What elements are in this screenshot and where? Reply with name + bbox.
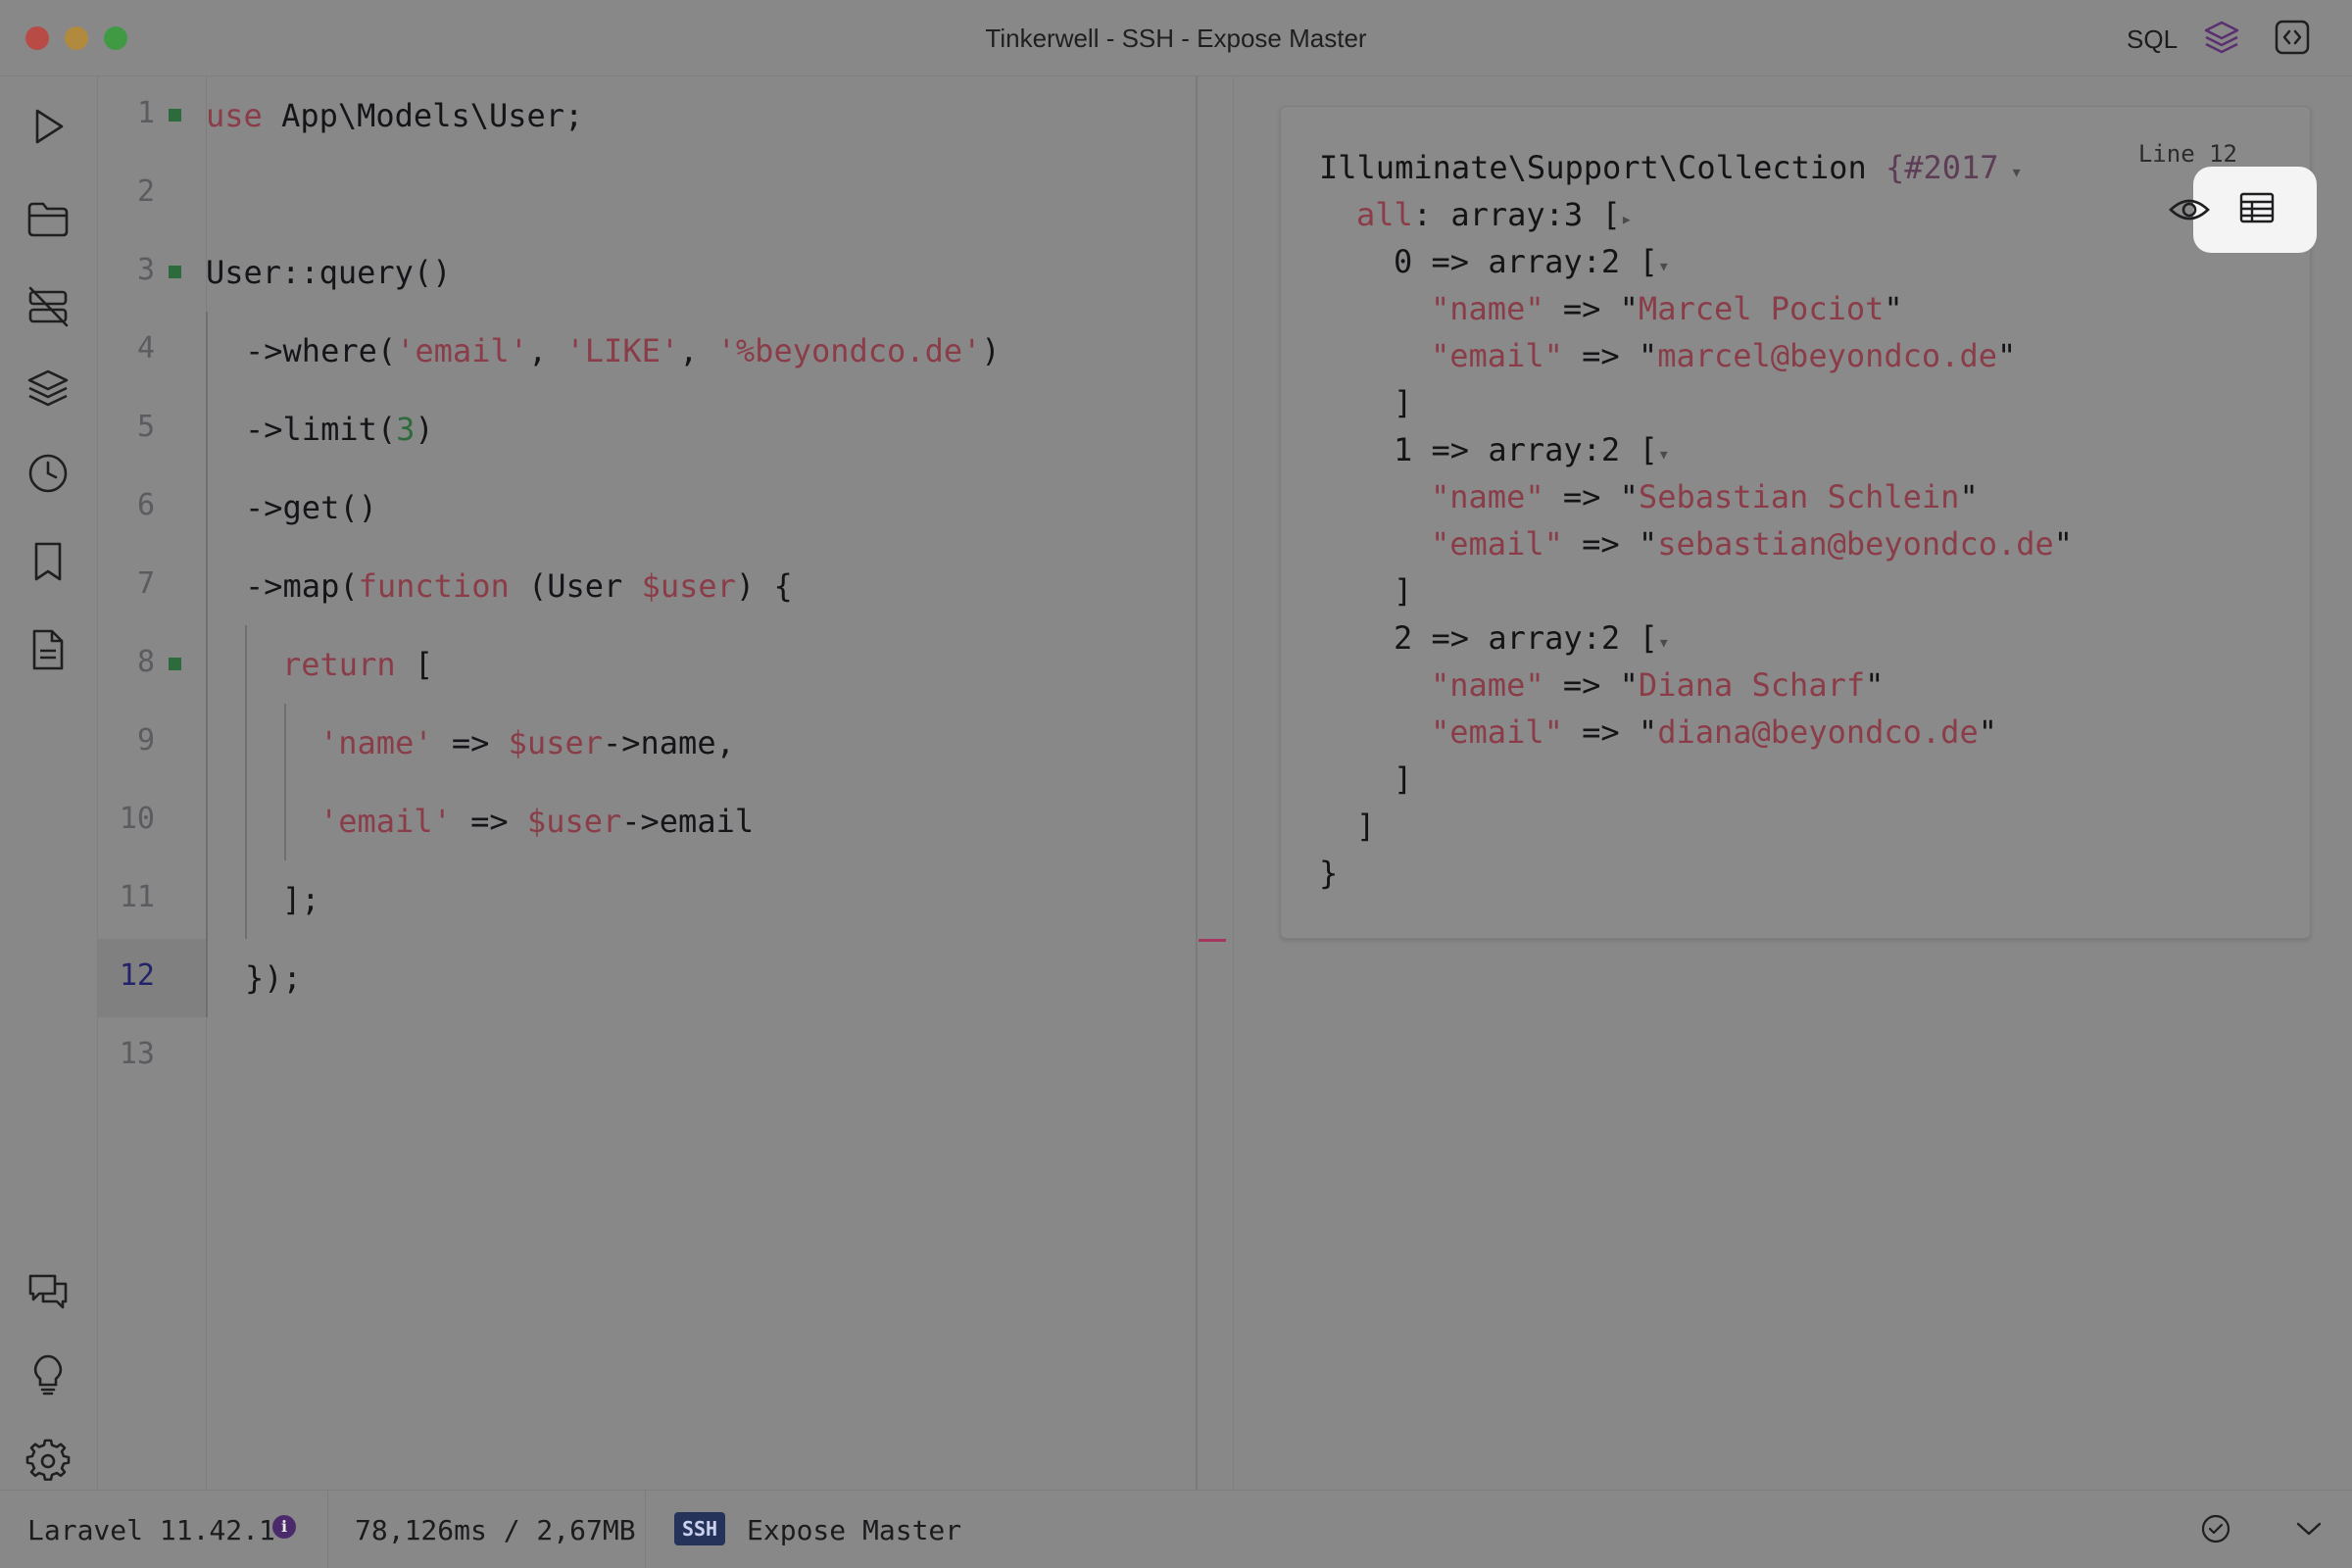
code-line: return [	[282, 646, 434, 683]
line-number: 13	[119, 1037, 155, 1071]
open-file-button[interactable]	[25, 196, 71, 241]
line-number: 10	[119, 802, 155, 836]
breakpoint-marker[interactable]	[169, 109, 181, 122]
feedback-button[interactable]	[25, 1268, 71, 1313]
line-number: 1	[98, 76, 206, 155]
chevron-down-icon[interactable]	[2293, 1517, 2325, 1541]
code-line: 'name' => $user->name,	[319, 724, 735, 761]
collapse-caret-icon[interactable]: ▾	[1658, 442, 1670, 466]
status-divider	[645, 1491, 646, 1568]
dump-item-email: "email" => "sebastian@beyondco.de"	[1431, 525, 2074, 563]
info-icon[interactable]: i	[272, 1515, 296, 1539]
output-position-marker	[1199, 939, 1226, 942]
code-line: ->where('email', 'LIKE', '%beyondco.de')	[245, 332, 1001, 369]
layers-icon[interactable]	[2202, 18, 2241, 57]
status-divider	[327, 1491, 328, 1568]
sidebar	[0, 76, 98, 1490]
connection-name[interactable]: Expose Master	[747, 1514, 961, 1546]
tips-button[interactable]	[25, 1352, 71, 1397]
line-number: 3	[98, 233, 206, 312]
document-button[interactable]	[25, 627, 71, 672]
dump-item-name: "name" => "Diana Scharf"	[1431, 666, 1885, 704]
document-icon	[32, 629, 64, 670]
execution-metrics: 78,126ms / 2,67MB	[355, 1514, 636, 1546]
dump-close-bracket: ]	[1394, 384, 1413, 421]
folder-icon	[27, 202, 69, 237]
breakpoint-marker[interactable]	[169, 658, 181, 670]
code-line: ->limit(3)	[245, 411, 434, 448]
code-line: ->get()	[245, 489, 377, 526]
code-panel-icon[interactable]	[2274, 19, 2311, 56]
chat-icon	[28, 1274, 68, 1309]
table-view-icon[interactable]	[2239, 192, 2275, 223]
window-title: Tinkerwell - SSH - Expose Master	[985, 24, 1367, 53]
dump-close-bracket: ]	[1394, 760, 1413, 798]
bookmarks-button[interactable]	[25, 539, 71, 584]
line-number: 9	[136, 723, 155, 758]
dump-close-bracket: ]	[1394, 572, 1413, 610]
sql-button[interactable]: SQL	[2127, 24, 2178, 55]
database-off-icon	[28, 286, 69, 327]
dump-item-name: "name" => "Sebastian Schlein"	[1431, 478, 1979, 515]
collapse-caret-icon[interactable]: ▾	[1658, 254, 1670, 277]
code-line: ->map(function (User $user) {	[245, 567, 793, 605]
clock-icon	[28, 454, 68, 493]
dump-close-bracket: ]	[1356, 808, 1376, 845]
line-number: 8	[98, 625, 206, 704]
code-line: User::query()	[206, 254, 452, 291]
status-bar: Laravel 11.42.1 i 78,126ms / 2,67MB SSH …	[0, 1490, 2352, 1568]
lightbulb-icon	[33, 1354, 63, 1396]
dump-item-email: "email" => "diana@beyondco.de"	[1431, 713, 1997, 751]
code-line: use App\Models\User;	[206, 97, 584, 134]
dump-all-line: all: array:3 [▸	[1356, 196, 1633, 233]
layers-icon	[27, 369, 69, 407]
gear-icon	[25, 1439, 71, 1481]
line-number: 6	[136, 488, 155, 522]
settings-button[interactable]	[25, 1439, 71, 1484]
dump-item-email: "email" => "marcel@beyondco.de"	[1431, 337, 2017, 374]
bookmark-icon	[34, 542, 62, 581]
result-line-indicator: Line 12	[2137, 140, 2237, 168]
database-button[interactable]	[25, 284, 71, 329]
snippets-button[interactable]	[25, 367, 71, 412]
code-editor[interactable]: 1 2 3 4 5 6 7 8 9 10 11 12 13 use App\Mo…	[98, 76, 1198, 1490]
line-number: 11	[119, 880, 155, 914]
dump-close-brace: }	[1319, 855, 1339, 892]
dump-class-line: Illuminate\Support\Collection {#2017 ▾	[1319, 149, 2023, 186]
breakpoint-marker[interactable]	[169, 266, 181, 278]
dump-item-name: "name" => "Marcel Pociot"	[1431, 290, 1903, 327]
line-number: 4	[136, 331, 155, 366]
play-icon	[35, 109, 64, 144]
eye-icon[interactable]	[2168, 192, 2211, 227]
check-circle-icon[interactable]	[2200, 1513, 2231, 1544]
ssh-badge: SSH	[674, 1512, 725, 1545]
history-button[interactable]	[25, 451, 71, 496]
line-number: 5	[136, 410, 155, 444]
code-line: });	[245, 959, 302, 997]
framework-version: Laravel 11.42.1	[27, 1514, 275, 1546]
line-number: 2	[136, 174, 155, 209]
dump-item-index: 2 => array:2 [▾	[1394, 619, 1670, 657]
code-line: 'email' => $user->email	[319, 803, 755, 840]
dump-item-index: 1 => array:2 [▾	[1394, 431, 1670, 468]
panel-splitter[interactable]	[1233, 76, 1234, 1490]
active-line-number: 12	[98, 939, 206, 1017]
dump-item-index: 0 => array:2 [▾	[1394, 243, 1670, 280]
title-bar: Tinkerwell - SSH - Expose Master SQL	[0, 0, 2352, 76]
expand-caret-icon[interactable]: ▸	[1621, 207, 1633, 230]
collapse-caret-icon[interactable]: ▾	[1658, 630, 1670, 654]
line-number: 7	[136, 566, 155, 601]
collapse-caret-icon[interactable]: ▾	[1999, 160, 2023, 183]
code-line: ];	[282, 881, 320, 918]
run-button[interactable]	[25, 104, 71, 149]
